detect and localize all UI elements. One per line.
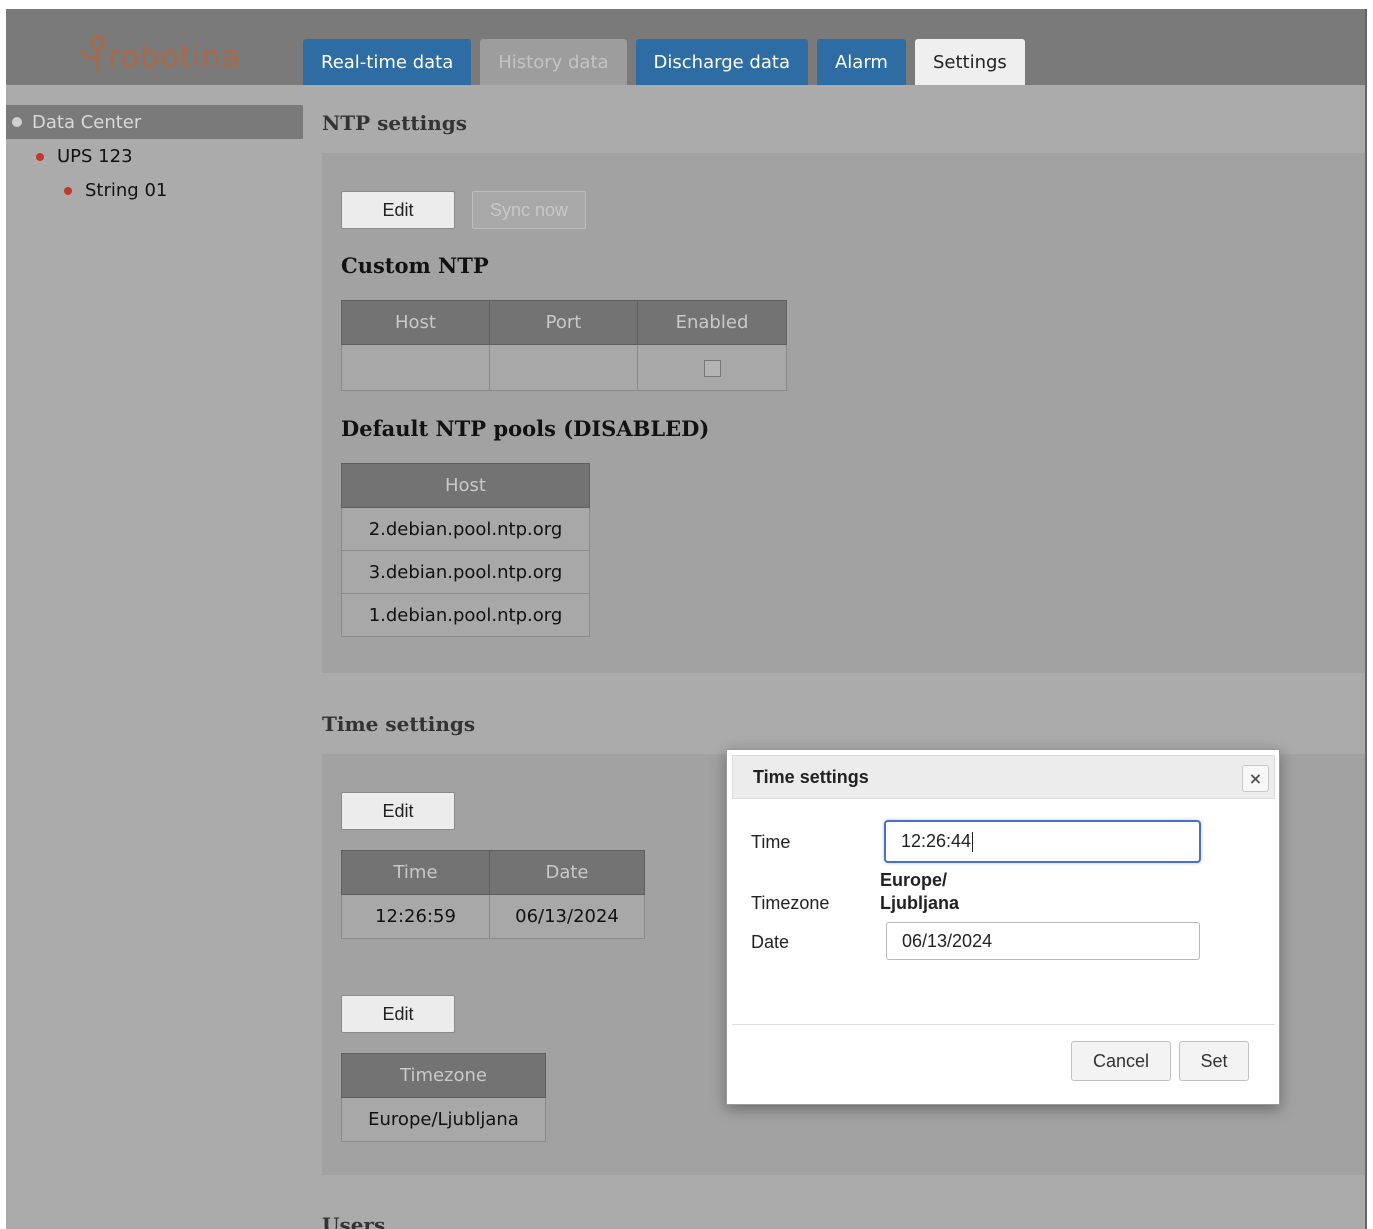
custom-ntp-enabled-cell bbox=[637, 344, 787, 391]
column-header-date: Date bbox=[489, 850, 645, 895]
column-header-enabled: Enabled bbox=[637, 300, 787, 345]
timezone-table: Timezone Europe/Ljubljana bbox=[341, 1053, 546, 1142]
time-field-label: Time bbox=[751, 832, 791, 852]
tree-item-label: UPS 123 bbox=[57, 146, 133, 167]
table-row: 3.debian.pool.ntp.org bbox=[341, 550, 590, 594]
table-row: 12:26:59 06/13/2024 bbox=[341, 894, 645, 939]
date-input-value: 06/13/2024 bbox=[902, 930, 993, 951]
ntp-pool-host: 1.debian.pool.ntp.org bbox=[341, 593, 590, 637]
time-input-value: 12:26:44 bbox=[901, 831, 972, 851]
time-input[interactable]: 12:26:44 bbox=[884, 820, 1201, 863]
table-row bbox=[341, 344, 787, 391]
ntp-edit-button[interactable]: Edit bbox=[341, 191, 455, 229]
sync-now-button: Sync now bbox=[472, 191, 586, 229]
tab-settings[interactable]: Settings bbox=[914, 39, 1025, 85]
column-header-port: Port bbox=[489, 300, 638, 345]
cancel-button[interactable]: Cancel bbox=[1071, 1041, 1171, 1081]
custom-ntp-title: Custom NTP bbox=[341, 253, 489, 278]
tab-alarm[interactable]: Alarm bbox=[816, 39, 906, 85]
close-icon[interactable]: × bbox=[1242, 765, 1269, 792]
table-row: 2.debian.pool.ntp.org bbox=[341, 507, 590, 551]
tab-real-time-data[interactable]: Real-time data bbox=[303, 39, 472, 85]
vertical-scrollbar[interactable] bbox=[1365, 9, 1373, 1229]
column-header-time: Time bbox=[341, 850, 490, 895]
time-table: Time Date 12:26:59 06/13/2024 bbox=[341, 850, 645, 939]
tree-item-ups-123[interactable]: UPS 123 bbox=[36, 146, 133, 167]
set-button[interactable]: Set bbox=[1179, 1041, 1249, 1081]
custom-ntp-host-cell[interactable] bbox=[341, 344, 490, 391]
date-field-label: Date bbox=[751, 932, 790, 952]
ntp-pool-host: 2.debian.pool.ntp.org bbox=[341, 507, 590, 551]
dialog-title: Time settings bbox=[753, 767, 869, 787]
current-date-value: 06/13/2024 bbox=[489, 894, 645, 939]
ntp-settings-title: NTP settings bbox=[322, 111, 468, 135]
node-status-dot bbox=[12, 117, 22, 127]
table-row: Europe/Ljubljana bbox=[341, 1097, 546, 1142]
column-header-host: Host bbox=[341, 463, 590, 508]
column-header-host: Host bbox=[341, 300, 490, 345]
tab-history-data: History data bbox=[480, 39, 627, 85]
timezone-value[interactable]: Europe/ Ljubljana bbox=[880, 869, 959, 915]
users-title: Users bbox=[322, 1213, 386, 1229]
ntp-pool-host: 3.debian.pool.ntp.org bbox=[341, 550, 590, 594]
node-status-dot bbox=[64, 186, 72, 195]
device-tree-sidebar: Data Center UPS 123 String 01 bbox=[6, 85, 303, 1229]
custom-ntp-table: Host Port Enabled bbox=[341, 300, 787, 391]
current-timezone-value: Europe/Ljubljana bbox=[341, 1097, 546, 1142]
enabled-checkbox[interactable] bbox=[703, 359, 721, 377]
default-ntp-pools-table: Host 2.debian.pool.ntp.org 3.debian.pool… bbox=[341, 463, 590, 637]
timezone-value-line: Europe/ bbox=[880, 870, 948, 890]
robotina-logo-icon bbox=[80, 35, 106, 71]
ntp-panel: Edit Sync now Custom NTP Host Port Enabl… bbox=[322, 153, 1365, 673]
dialog-footer-divider bbox=[732, 1024, 1275, 1025]
tab-discharge-data[interactable]: Discharge data bbox=[635, 39, 808, 85]
window-top-edge bbox=[0, 0, 1373, 9]
dialog-header: Time settings × bbox=[732, 755, 1275, 799]
custom-ntp-port-cell[interactable] bbox=[489, 344, 638, 391]
date-input[interactable]: 06/13/2024 bbox=[886, 922, 1200, 960]
tree-item-data-center[interactable]: Data Center bbox=[6, 105, 303, 139]
time-edit-button[interactable]: Edit bbox=[341, 792, 455, 830]
tree-item-label: String 01 bbox=[85, 180, 168, 201]
tree-item-string-01[interactable]: String 01 bbox=[64, 180, 167, 201]
robotina-logo[interactable]: robotina bbox=[78, 23, 241, 73]
main-tabs: Real-time data History data Discharge da… bbox=[303, 39, 1025, 85]
logo-wordmark: robotina bbox=[108, 40, 241, 75]
tree-item-label: Data Center bbox=[32, 111, 142, 133]
column-header-timezone: Timezone bbox=[341, 1053, 546, 1098]
timezone-field-label: Timezone bbox=[751, 893, 830, 913]
time-settings-title: Time settings bbox=[322, 712, 476, 736]
text-cursor bbox=[972, 831, 974, 852]
default-ntp-pools-title: Default NTP pools (DISABLED) bbox=[341, 416, 710, 441]
timezone-edit-button[interactable]: Edit bbox=[341, 995, 455, 1033]
app-header: robotina Real-time data History data Dis… bbox=[6, 9, 1365, 85]
table-row: 1.debian.pool.ntp.org bbox=[341, 593, 590, 637]
timezone-value-line: Ljubljana bbox=[880, 893, 960, 913]
current-time-value: 12:26:59 bbox=[341, 894, 490, 939]
time-settings-dialog: Time settings × Time 12:26:44 Timezone E… bbox=[726, 749, 1280, 1105]
node-status-dot bbox=[36, 152, 44, 161]
